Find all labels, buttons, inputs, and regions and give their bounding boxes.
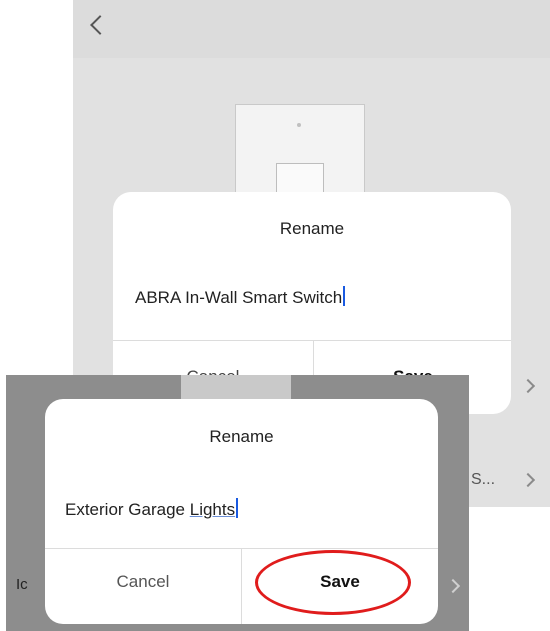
rename-input-value: Exterior Garage <box>65 500 190 519</box>
text-caret <box>236 498 239 518</box>
dialog-title: Rename <box>209 427 274 446</box>
rename-input-value-underlined: Lights <box>189 500 236 519</box>
highlight-circle <box>255 550 411 615</box>
device-image <box>235 104 365 210</box>
rename-input-value: ABRA In-Wall Smart Switch <box>135 288 343 307</box>
text-caret <box>343 286 346 306</box>
rename-input[interactable]: Exterior Garage Lights <box>65 498 239 520</box>
rename-input[interactable]: ABRA In-Wall Smart Switch <box>135 286 346 308</box>
divider <box>113 340 511 341</box>
top-bar <box>73 0 550 58</box>
row-text: S... <box>471 471 496 488</box>
screw-icon <box>297 123 301 127</box>
row-label: Ic <box>16 576 28 593</box>
chevron-right-icon[interactable] <box>445 578 461 594</box>
chevron-right-icon[interactable] <box>520 378 536 394</box>
chevron-left-icon[interactable] <box>90 15 110 35</box>
chevron-right-icon[interactable] <box>520 472 536 488</box>
cancel-button[interactable]: Cancel <box>45 572 241 592</box>
dialog-title: Rename <box>279 219 345 238</box>
